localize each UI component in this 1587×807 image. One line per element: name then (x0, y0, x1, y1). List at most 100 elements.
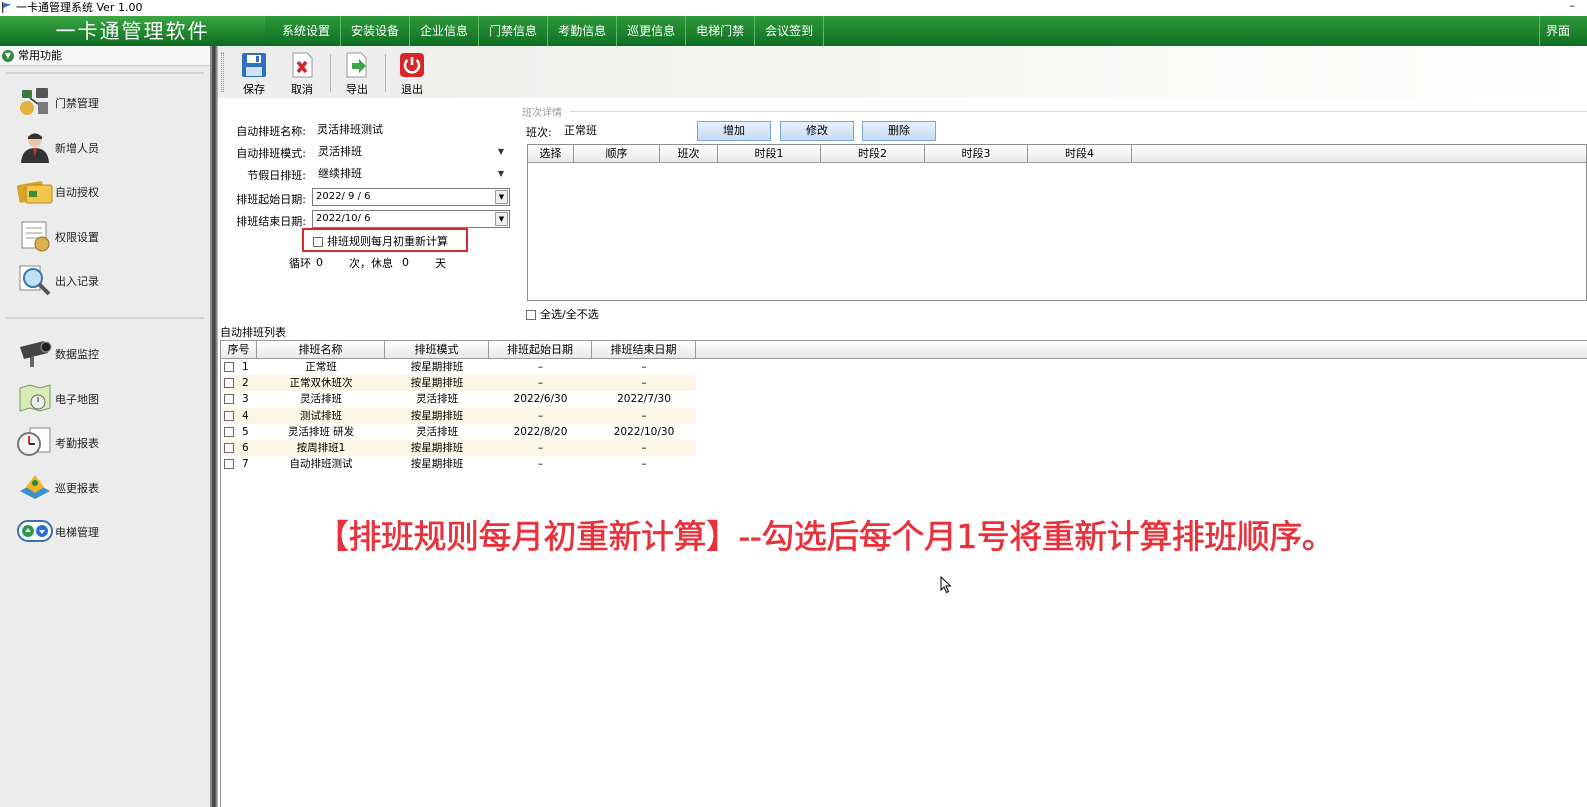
column-header[interactable]: 排班名称 (257, 341, 385, 358)
name-label: 自动排班名称: (236, 125, 306, 138)
row-select[interactable]: 6 (221, 440, 257, 456)
shift-grid[interactable]: 选择 顺序 班次 时段1 时段2 时段3 时段4 (527, 144, 1587, 301)
name-input[interactable]: 灵活排班测试 (312, 120, 510, 140)
checkbox-box[interactable] (224, 443, 234, 454)
checkbox-box[interactable] (224, 362, 234, 373)
column-header[interactable]: 时段1 (718, 145, 821, 162)
table-row[interactable]: 5 灵活排班 研发 灵活排班 2022/8/20 2022/10/30 (221, 423, 696, 440)
menu-interface[interactable]: 界面 (1539, 16, 1587, 46)
cell-start: – (537, 441, 544, 454)
menu-install-devices[interactable]: 安装设备 (341, 16, 411, 46)
sidebar-item-patrol-report[interactable]: 巡更报表 (6, 465, 204, 510)
column-header[interactable]: 时段2 (821, 145, 925, 162)
exit-button[interactable]: 退出 (388, 50, 436, 96)
column-header[interactable]: 序号 (221, 341, 257, 358)
export-button[interactable]: 导出 (333, 50, 381, 96)
sidebar-group-2: 数据监控 电子地图 考勤报表 巡更报表 电梯管理 (6, 325, 204, 554)
cell-name: 正常班 (305, 361, 337, 373)
row-select[interactable]: 1 (221, 359, 257, 375)
map-icon (19, 383, 51, 412)
delete-shift-button[interactable]: 删除 (862, 121, 936, 141)
sidebar-item-label: 电子地图 (55, 392, 99, 406)
checkbox-box[interactable] (526, 310, 536, 320)
person-icon (21, 132, 49, 163)
row-select[interactable]: 2 (221, 375, 257, 391)
cell-end: 2022/7/30 (617, 393, 671, 406)
cell-end: – (641, 441, 647, 454)
table-row[interactable]: 4 测试排班 按星期排班 – – (221, 407, 696, 424)
end-date-picker[interactable]: 2022/10/ 6 ▼ (312, 210, 510, 228)
cancel-button[interactable]: 取消 (278, 50, 326, 96)
sidebar-item-electronic-map[interactable]: 电子地图 (6, 376, 204, 421)
column-header[interactable]: 班次 (660, 145, 718, 162)
checkbox-box[interactable] (224, 378, 234, 389)
menu-patrol-info[interactable]: 巡更信息 (617, 16, 687, 46)
table-row[interactable]: 6 按周排班1 按星期排班 – – (221, 439, 696, 457)
holiday-select[interactable]: 继续排班 ▼ (312, 164, 510, 184)
cell-name: 自动排班测试 (289, 458, 353, 471)
select-all-checkbox[interactable]: 全选/全不选 (526, 306, 599, 322)
minimize-button[interactable]: – (1570, 0, 1576, 13)
sidebar-item-elevator-management[interactable]: 电梯管理 (6, 509, 204, 554)
sidebar-item-data-monitor[interactable]: 数据监控 (6, 331, 204, 376)
sidebar-item-label: 门禁管理 (55, 97, 99, 110)
save-button[interactable]: 保存 (230, 50, 278, 96)
checkbox-box[interactable] (224, 394, 234, 405)
menu-meeting-signin[interactable]: 会议签到 (755, 16, 825, 46)
recalc-monthly-checkbox[interactable]: 排班规则每月初重新计算 (313, 233, 448, 249)
schedule-list-header: 序号 排班名称 排班模式 排班起始日期 排班结束日期 (221, 341, 1587, 359)
toolbar-grip[interactable] (221, 52, 224, 92)
row-select[interactable]: 3 (221, 391, 257, 407)
column-header[interactable]: 选择 (528, 145, 574, 162)
sidebar-item-auto-authorize[interactable]: 自动授权 (6, 169, 204, 214)
sidebar-item-access-control[interactable]: 门禁管理 (6, 80, 204, 125)
dropdown-arrow-icon[interactable]: ▼ (495, 212, 508, 226)
menu-system-settings[interactable]: 系统设置 (272, 16, 342, 46)
table-row[interactable]: 7 自动排班测试 按星期排班 – – (221, 456, 696, 473)
column-header[interactable]: 时段4 (1028, 145, 1132, 162)
row-select[interactable]: 7 (221, 456, 257, 472)
column-header[interactable]: 排班模式 (385, 341, 489, 358)
cycle-count-input[interactable]: 0 (313, 256, 343, 270)
sidebar-item-label: 自动授权 (55, 186, 99, 200)
checkbox-box[interactable] (224, 410, 234, 421)
menu-access-info[interactable]: 门禁信息 (479, 16, 549, 46)
menu-company-info[interactable]: 企业信息 (410, 16, 480, 46)
cell-mode: 灵活排班 (416, 425, 458, 438)
sidebar-item-attendance-report[interactable]: 考勤报表 (6, 420, 204, 465)
schedule-list-table[interactable]: 序号 排班名称 排班模式 排班起始日期 排班结束日期 1 正常班 按星期排班 –… (220, 340, 1587, 807)
table-row[interactable]: 3 灵活排班 灵活排班 2022/6/30 2022/7/30 (221, 391, 696, 408)
checkbox-box[interactable] (224, 459, 234, 470)
cell-mode: 按星期排班 (410, 377, 464, 390)
sidebar-header[interactable]: ▼ 常用功能 (0, 46, 210, 66)
shift-select[interactable]: 正常班 ▼ (560, 121, 710, 141)
edit-shift-button[interactable]: 修改 (780, 121, 854, 141)
column-header[interactable]: 排班起始日期 (489, 341, 592, 358)
row-select[interactable]: 5 (221, 424, 257, 440)
dropdown-arrow-icon[interactable]: ▼ (495, 190, 508, 204)
start-date-picker[interactable]: 2022/ 9 / 6 ▼ (312, 188, 510, 206)
checkbox-box[interactable] (224, 426, 234, 437)
menu-attendance-info[interactable]: 考勤信息 (548, 16, 618, 46)
access-control-icon (20, 88, 48, 115)
row-select[interactable]: 4 (221, 408, 257, 424)
row-id: 6 (242, 442, 249, 455)
sidebar-item-access-records[interactable]: 出入记录 (6, 258, 204, 303)
sidebar-item-new-person[interactable]: 新增人员 (6, 125, 204, 170)
column-header[interactable]: 时段3 (925, 145, 1028, 162)
mode-select[interactable]: 灵活排班 ▼ (312, 142, 510, 162)
rest-days-input[interactable]: 0 (399, 256, 429, 270)
start-date-label: 排班起始日期: (236, 193, 306, 206)
table-row[interactable]: 2 正常双休班次 按星期排班 – – (221, 375, 696, 392)
column-header[interactable]: 顺序 (574, 145, 660, 162)
sidebar-item-label: 新增人员 (55, 141, 99, 155)
add-shift-button[interactable]: 增加 (697, 121, 771, 141)
sidebar-item-permission-settings[interactable]: 权限设置 (6, 214, 204, 259)
column-header[interactable]: 排班结束日期 (592, 341, 696, 358)
holiday-row: 节假日排班: 继续排班 ▼ (218, 164, 518, 184)
checkbox-box[interactable] (313, 237, 323, 247)
menu-elevator-access[interactable]: 电梯门禁 (686, 16, 756, 46)
table-row[interactable]: 1 正常班 按星期排班 – – (221, 359, 696, 376)
collapse-icon[interactable]: ▼ (2, 50, 14, 62)
end-date-value: 2022/10/ 6 (316, 213, 371, 224)
